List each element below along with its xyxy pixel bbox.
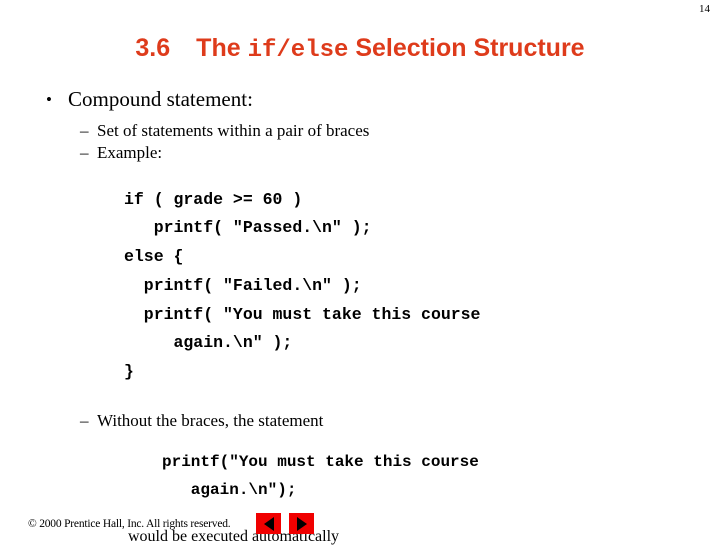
- slide-canvas: 14 3.6 The if/else Selection Structure • C…: [0, 0, 720, 545]
- copyright-text: © 2000 Prentice Hall, Inc. All rights re…: [28, 517, 231, 530]
- bullet-marker-dash: –: [80, 410, 89, 430]
- bullet-example: – Example:: [80, 142, 720, 164]
- bullet-text: Compound statement:: [68, 87, 253, 111]
- code-block-if-else: if ( grade >= 60 ) printf( "Passed.\n" )…: [124, 189, 481, 382]
- slide-title-keyword: if/else: [247, 37, 349, 64]
- bullet-marker-dash: –: [80, 121, 89, 140]
- next-slide-button[interactable]: [289, 513, 315, 534]
- bullet-text: Set of statements within a pair of brace…: [97, 121, 370, 140]
- previous-slide-button[interactable]: [256, 513, 282, 534]
- navigation-buttons: [256, 513, 315, 534]
- bullet-without-braces: – Without the braces, the statement: [80, 410, 720, 432]
- bullet-text: Without the braces, the statement: [97, 410, 324, 430]
- slide-title-section: 3.6: [135, 34, 171, 62]
- slide-footer: © 2000 Prentice Hall, Inc. All rights re…: [28, 513, 315, 534]
- slide-body: • Compound statement: – Set of statements …: [0, 86, 720, 548]
- bullet-compound-statement: • Compound statement:: [46, 86, 720, 113]
- page-number: 14: [699, 3, 710, 15]
- slide-title-suffix: Selection Structure: [348, 34, 585, 62]
- bullet-set-of-statements: – Set of statements within a pair of brac…: [80, 120, 720, 142]
- bullet-text: Example:: [97, 143, 163, 162]
- arrow-left-icon: [263, 516, 274, 531]
- arrow-right-icon: [296, 516, 307, 531]
- bullet-marker-dot: •: [46, 90, 52, 109]
- slide-title-prefix: The: [196, 34, 248, 62]
- bullet-marker-dash: –: [80, 143, 89, 162]
- slide-title: 3.6 The if/else Selection Structure: [0, 34, 720, 64]
- code-block-printf: printf("You must take this course again.…: [162, 452, 479, 499]
